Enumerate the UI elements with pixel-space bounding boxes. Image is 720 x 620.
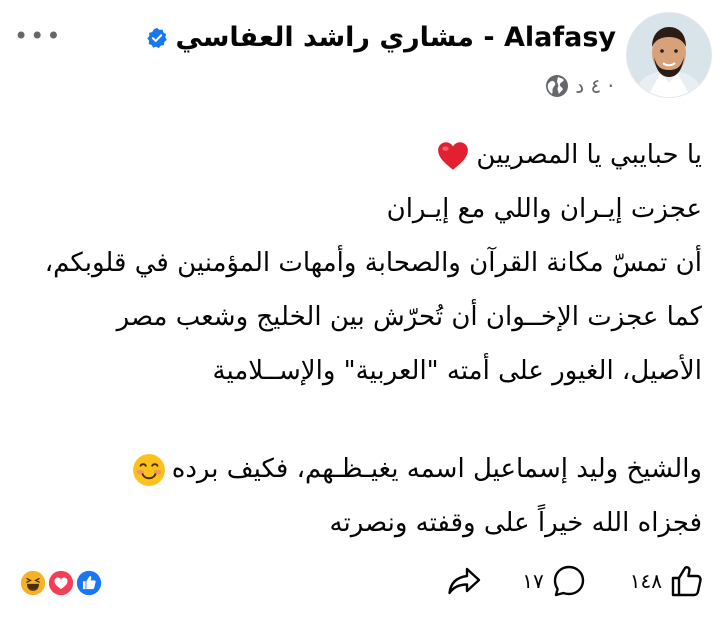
author-avatar[interactable] [626,12,712,98]
red-heart-icon [438,141,469,170]
thumbs-up-icon [671,566,702,597]
post-line-8: فجزاه الله خيراً على وقفته ونصرته [329,508,702,538]
haha-reaction-icon [18,568,48,598]
verified-badge-icon [146,27,167,48]
share-button[interactable] [446,565,482,597]
globe-icon[interactable] [545,74,569,98]
more-options-button[interactable]: ••• [14,24,62,48]
post-line-2: عجزت إيـران واللي مع إيـران [386,194,702,224]
post-footer: ١٧ ١٤٨ [0,560,720,608]
post-line-1-text: يا حبايبي يا المصريين [476,140,702,170]
post-line-7: والشيخ وليد إسماعيل اسمه يغيـظـهم، فكيف … [12,442,702,496]
post-text: يا حبايبي يا المصريين عجزت إيـران واللي … [12,128,702,550]
love-reaction-icon [46,568,76,598]
post-meta: ٤ د · [545,74,614,98]
comment-count: ١٧ [522,569,544,593]
post-line-1: يا حبايبي يا المصريين [12,128,702,182]
post-timestamp[interactable]: ٤ د · [575,74,614,98]
post-actions: ١٧ ١٤٨ [446,564,704,598]
post-line-4: كما عجزت الإخــوان أن تُحرّش بين الخليج … [116,302,702,332]
share-icon [448,567,481,595]
avatar-image [627,13,711,97]
author-row: مشاري راشد العفاسي - Alafasy [146,22,616,53]
reaction-summary[interactable] [14,568,106,598]
post-line-5: الأصيل، الغيور على أمته "العربية" والإسـ… [212,356,702,386]
post-line-3: أن تمسّ مكانة القرآن والصحابة وأمهات الم… [44,248,702,278]
post-line-7-text: والشيخ وليد إسماعيل اسمه يغيـظـهم، فكيف … [171,454,702,484]
like-reaction-icon [74,568,104,598]
post-header: ••• مشاري راشد العفاسي - Alafasy ٤ د · [0,12,720,102]
post-line-6 [12,398,702,442]
comment-icon [553,565,584,597]
smiling-face-icon [132,453,165,486]
author-name[interactable]: مشاري راشد العفاسي - Alafasy [176,22,616,53]
like-count: ١٤٨ [629,569,662,593]
like-button[interactable]: ١٤٨ [630,564,704,598]
comment-button[interactable]: ١٧ [522,564,585,598]
